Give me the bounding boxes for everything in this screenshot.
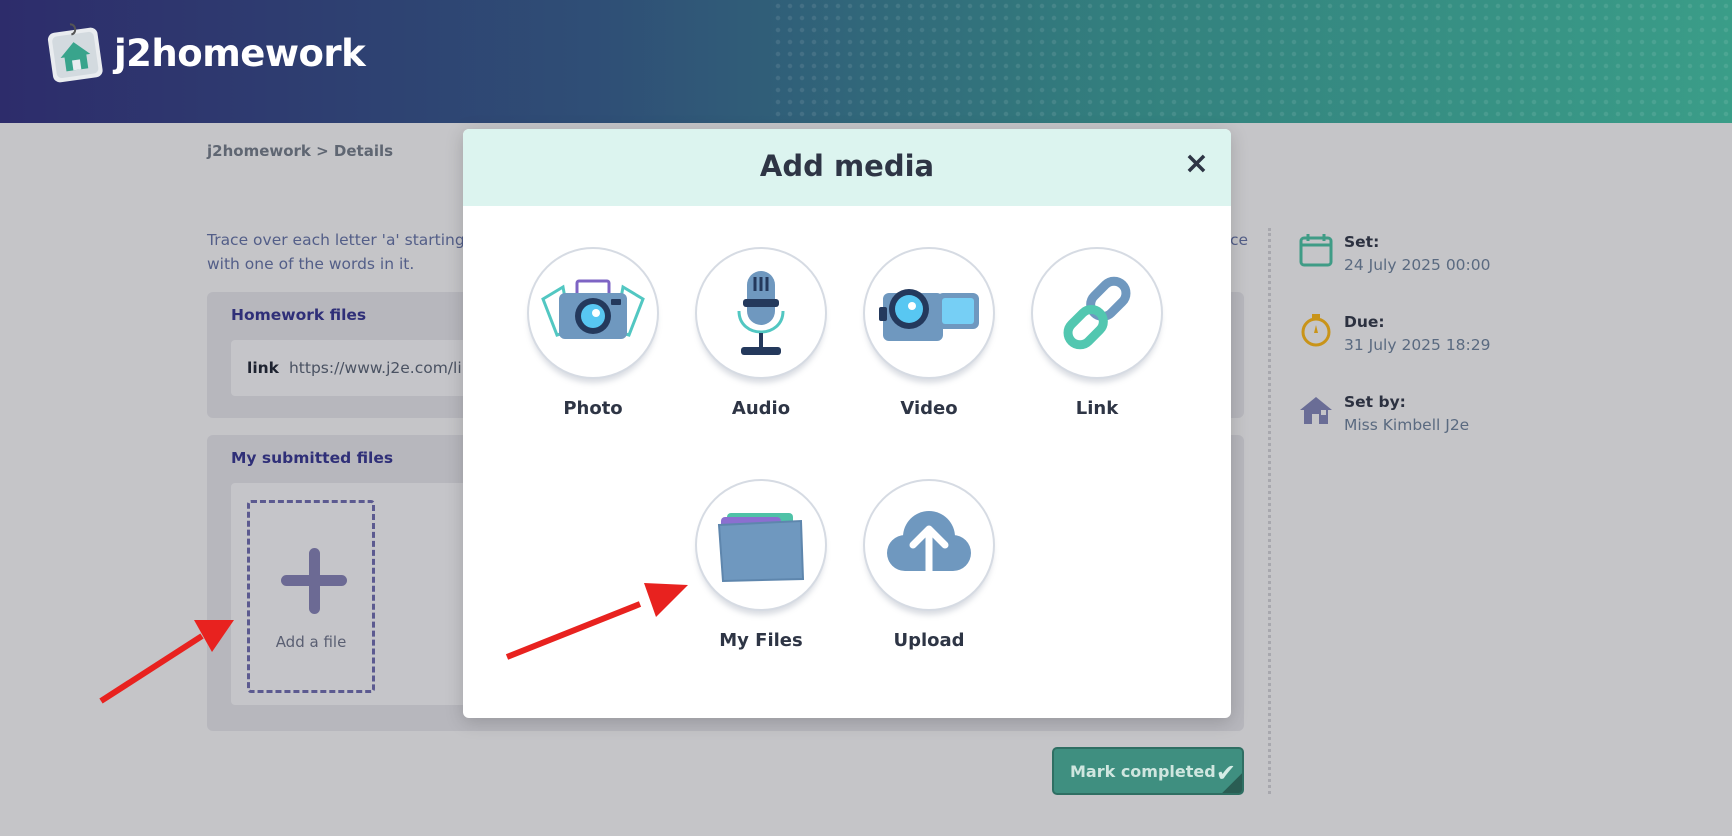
annotation-arrows: [99, 583, 688, 704]
arrow-to-add-file: [99, 620, 234, 704]
arrow-to-my-files: [505, 583, 688, 660]
